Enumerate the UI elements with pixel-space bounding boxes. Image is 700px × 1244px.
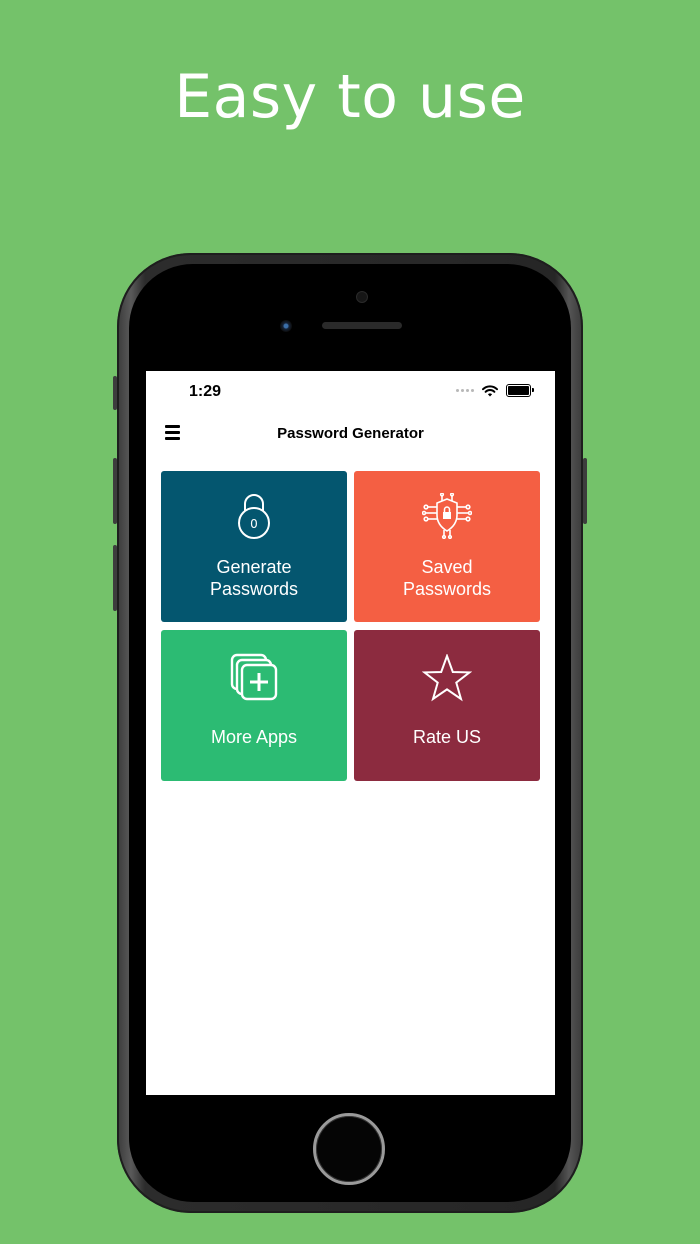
tile-label-line2: Passwords xyxy=(402,579,492,599)
front-camera xyxy=(280,320,292,332)
home-button[interactable] xyxy=(313,1113,385,1185)
star-icon xyxy=(422,654,472,702)
padlock-icon: 0 xyxy=(238,494,270,539)
generate-passwords-tile[interactable]: 0 Generate Passwords xyxy=(161,471,347,622)
volume-down-button xyxy=(113,545,117,611)
status-indicators xyxy=(456,384,534,397)
app-screen: 1:29 Password Generator 0 Generate Passw… xyxy=(146,371,555,1095)
wifi-icon xyxy=(482,384,498,396)
volume-up-button xyxy=(113,458,117,524)
tile-label-line1: More Apps xyxy=(210,727,298,747)
proximity-sensor xyxy=(356,291,368,303)
page-title: Password Generator xyxy=(277,425,424,442)
tile-label-line1: Saved xyxy=(421,557,473,577)
promo-headline: Easy to use xyxy=(174,62,526,132)
more-apps-tile[interactable]: More Apps xyxy=(161,630,347,781)
battery-icon xyxy=(506,384,534,397)
status-time: 1:29 xyxy=(189,383,222,400)
tile-label-line2: Passwords xyxy=(209,579,299,599)
rate-us-tile[interactable]: Rate US xyxy=(354,630,540,781)
earpiece-speaker xyxy=(322,322,402,329)
add-copy-icon xyxy=(230,653,278,701)
mute-switch xyxy=(113,376,117,410)
tile-label-line1: Rate US xyxy=(412,727,482,747)
tile-label-line1: Generate xyxy=(216,557,292,577)
saved-passwords-tile[interactable]: Saved Passwords xyxy=(354,471,540,622)
svg-text:0: 0 xyxy=(250,517,258,531)
navigation-bar: Password Generator xyxy=(146,419,555,449)
shield-lock-circuit-icon xyxy=(422,493,472,539)
cellular-signal-icon xyxy=(456,389,474,392)
power-button xyxy=(583,458,587,524)
